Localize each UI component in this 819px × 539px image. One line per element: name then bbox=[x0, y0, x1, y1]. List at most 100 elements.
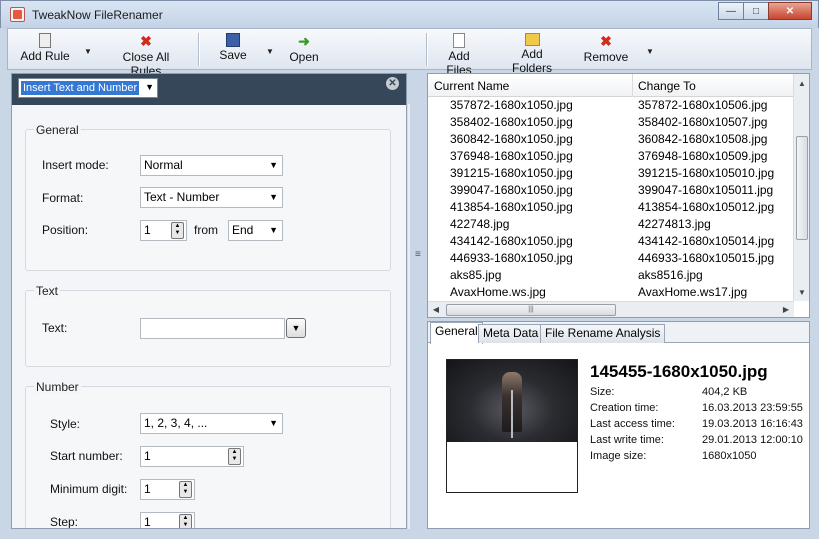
current-name-cell: 446933-1680x1050.jpg bbox=[450, 251, 573, 265]
tab-general[interactable]: General bbox=[430, 322, 483, 344]
rule-body: General Insert mode: Normal ▼ Format: Tex… bbox=[12, 105, 406, 528]
remove-dropdown-icon[interactable]: ▼ bbox=[646, 47, 654, 56]
file-list-scrollbar[interactable]: ▲ ▼ bbox=[793, 74, 809, 301]
scroll-left-icon[interactable]: ◀ bbox=[428, 302, 444, 317]
add-folders-button[interactable]: Add Folders bbox=[500, 31, 564, 75]
maximize-button[interactable]: □ bbox=[743, 2, 769, 20]
step-stepper[interactable]: 1 ▲ ▼ bbox=[140, 512, 195, 528]
stepper-arrows-icon[interactable]: ▲ ▼ bbox=[228, 448, 241, 465]
start-number-stepper[interactable]: 1 ▲ ▼ bbox=[140, 446, 244, 467]
position-stepper[interactable]: 1 ▲ ▼ bbox=[140, 220, 187, 241]
remove-button[interactable]: ✖ Remove bbox=[582, 31, 630, 67]
info-value: 404,2 KB bbox=[702, 386, 748, 398]
current-name-cell: 434142-1680x1050.jpg bbox=[450, 234, 573, 248]
toolbar: Add Rule ▼ ✖ Close All Rules Save ▼ ➜ Op… bbox=[7, 28, 812, 78]
table-row[interactable]: 413854-1680x1050.jpg 413854-1680x105012.j… bbox=[428, 199, 794, 216]
current-name-cell: 399047-1680x1050.jpg bbox=[450, 183, 573, 197]
info-label: Image size: bbox=[590, 450, 647, 462]
change-to-cell: 391215-1680x105010.jpg bbox=[638, 166, 775, 180]
minimize-button[interactable]: — bbox=[718, 2, 744, 20]
insert-mode-select[interactable]: Normal ▼ bbox=[140, 155, 283, 176]
rule-type-select[interactable]: Insert Text and Number ▼ bbox=[18, 78, 158, 98]
splitter[interactable]: ≡ bbox=[410, 73, 425, 529]
current-name-cell: 376948-1680x1050.jpg bbox=[450, 149, 573, 163]
change-to-cell: aks8516.jpg bbox=[638, 268, 703, 282]
preview-image bbox=[447, 360, 577, 442]
info-value: 19.03.2013 16:16:43 bbox=[702, 418, 803, 430]
app-icon bbox=[10, 7, 25, 22]
format-select[interactable]: Text - Number ▼ bbox=[140, 187, 283, 208]
info-label: Size: bbox=[590, 386, 615, 398]
add-files-button[interactable]: Add Files bbox=[434, 31, 484, 77]
scroll-up-icon[interactable]: ▲ bbox=[794, 76, 809, 92]
table-row[interactable]: AvaxHome.ws.jpg AvaxHome.ws17.jpg bbox=[428, 284, 794, 301]
rule-header: Insert Text and Number ▼ ✕ bbox=[12, 74, 406, 105]
change-to-cell: 434142-1680x105014.jpg bbox=[638, 234, 775, 248]
current-name-cell: 413854-1680x1050.jpg bbox=[450, 200, 573, 214]
stepper-arrows-icon[interactable]: ▲ ▼ bbox=[179, 514, 192, 528]
close-rule-icon[interactable]: ✕ bbox=[386, 77, 399, 90]
change-to-cell: 360842-1680x10508.jpg bbox=[638, 132, 768, 146]
window-title: TweakNow FileRenamer bbox=[32, 8, 163, 22]
current-name-cell: 360842-1680x1050.jpg bbox=[450, 132, 573, 146]
change-to-cell: 358402-1680x10507.jpg bbox=[638, 115, 768, 129]
save-button[interactable]: Save bbox=[213, 31, 253, 67]
table-row[interactable]: 376948-1680x1050.jpg 376948-1680x10509.jp… bbox=[428, 148, 794, 165]
hscroll-thumb[interactable]: ||| bbox=[446, 304, 616, 316]
table-row[interactable]: 399047-1680x1050.jpg 399047-1680x105011.j… bbox=[428, 182, 794, 199]
table-row[interactable]: 422748.jpg 42274813.jpg bbox=[428, 216, 794, 233]
stepper-arrows-icon[interactable]: ▲ ▼ bbox=[171, 222, 184, 239]
info-value: 29.01.2013 12:00:10 bbox=[702, 434, 803, 446]
minimum-digit-stepper[interactable]: 1 ▲ ▼ bbox=[140, 479, 195, 500]
open-arrow-icon: ➜ bbox=[298, 33, 310, 49]
image-preview bbox=[446, 359, 578, 493]
number-style-select[interactable]: 1, 2, 3, 4, ... ▼ bbox=[140, 413, 283, 434]
close-all-rules-button[interactable]: ✖ Close All Rules bbox=[106, 31, 186, 78]
table-row[interactable]: 360842-1680x1050.jpg 360842-1680x10508.jp… bbox=[428, 131, 794, 148]
stepper-arrows-icon[interactable]: ▲ ▼ bbox=[179, 481, 192, 498]
clipboard-icon bbox=[39, 33, 51, 48]
column-current-name[interactable]: Current Name bbox=[434, 79, 509, 93]
file-info-panel: General Meta Data File Rename Analysis 1… bbox=[427, 321, 810, 529]
file-list-hscrollbar[interactable]: ◀ ||| ▶ bbox=[428, 301, 794, 317]
table-row[interactable]: 446933-1680x1050.jpg 446933-1680x105015.j… bbox=[428, 250, 794, 267]
text-input[interactable] bbox=[140, 318, 285, 339]
file-rows: 357872-1680x1050.jpg 357872-1680x10506.jp… bbox=[428, 97, 794, 301]
from-select[interactable]: End ▼ bbox=[228, 220, 283, 241]
red-x-icon: ✖ bbox=[600, 33, 612, 49]
current-name-cell: 358402-1680x1050.jpg bbox=[450, 115, 573, 129]
floppy-icon bbox=[226, 33, 240, 47]
scroll-right-icon[interactable]: ▶ bbox=[778, 302, 794, 317]
change-to-cell: 376948-1680x10509.jpg bbox=[638, 149, 768, 163]
table-row[interactable]: 358402-1680x1050.jpg 358402-1680x10507.jp… bbox=[428, 114, 794, 131]
add-rule-button[interactable]: Add Rule bbox=[16, 31, 74, 67]
tab-file-rename-analysis[interactable]: File Rename Analysis bbox=[540, 324, 666, 343]
close-window-button[interactable]: ✕ bbox=[768, 2, 812, 20]
file-list: Current Name Change To 357872-1680x1050.… bbox=[427, 73, 810, 318]
table-row[interactable]: 434142-1680x1050.jpg 434142-1680x105014.j… bbox=[428, 233, 794, 250]
chevron-down-icon: ▼ bbox=[145, 82, 154, 92]
change-to-cell: 446933-1680x105015.jpg bbox=[638, 251, 775, 265]
number-group: Number Style: 1, 2, 3, 4, ... ▼ Start num… bbox=[25, 380, 391, 528]
scroll-thumb[interactable] bbox=[796, 136, 808, 240]
document-icon bbox=[453, 33, 465, 48]
change-to-cell: AvaxHome.ws17.jpg bbox=[638, 285, 748, 299]
scroll-down-icon[interactable]: ▼ bbox=[794, 285, 809, 301]
info-tabs: General Meta Data File Rename Analysis bbox=[428, 322, 809, 344]
table-row[interactable]: 391215-1680x1050.jpg 391215-1680x105010.j… bbox=[428, 165, 794, 182]
text-dropdown-button[interactable]: ▼ bbox=[286, 318, 306, 338]
add-rule-dropdown-icon[interactable]: ▼ bbox=[84, 47, 92, 56]
title-bar: TweakNow FileRenamer — □ ✕ bbox=[0, 0, 819, 28]
save-dropdown-icon[interactable]: ▼ bbox=[266, 47, 274, 56]
column-change-to[interactable]: Change To bbox=[638, 79, 696, 93]
info-label: Last write time: bbox=[590, 434, 664, 446]
change-to-cell: 413854-1680x105012.jpg bbox=[638, 200, 775, 214]
splitter-grip-icon[interactable]: ≡ bbox=[415, 249, 421, 260]
change-to-cell: 42274813.jpg bbox=[638, 217, 711, 231]
table-row[interactable]: aks85.jpg aks8516.jpg bbox=[428, 267, 794, 284]
tab-meta-data[interactable]: Meta Data bbox=[478, 324, 544, 343]
rule-panel: Insert Text and Number ▼ ✕ General Inser… bbox=[11, 73, 407, 529]
table-row[interactable]: 357872-1680x1050.jpg 357872-1680x10506.jp… bbox=[428, 97, 794, 114]
info-value: 1680x1050 bbox=[702, 450, 757, 462]
open-button[interactable]: ➜ Open bbox=[284, 31, 324, 67]
